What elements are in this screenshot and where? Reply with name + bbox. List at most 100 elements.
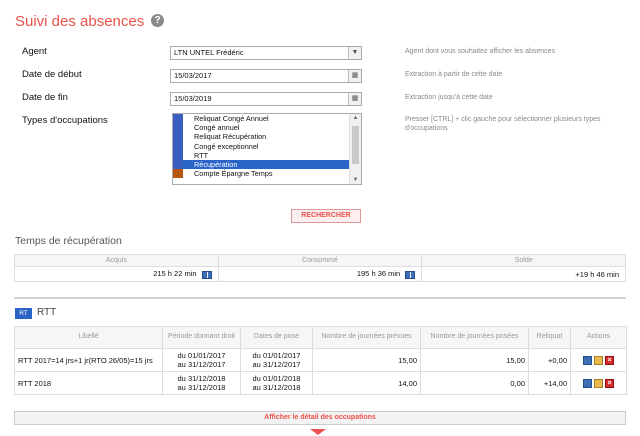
- rtt-pose-cell: du 01/01/2017 au 31/12/2017: [240, 348, 313, 372]
- rtt-header-periode: Période donnant droit: [162, 326, 241, 349]
- rtt-periode-du: du 01/01/2017: [177, 351, 226, 360]
- rtt-header-posees: Nombre de journées posées: [420, 326, 529, 349]
- listbox-option[interactable]: Congé exceptionnel: [173, 141, 361, 151]
- section-divider: [14, 297, 626, 299]
- types-hint: Presser [CTRL] + clic gauche pour sélect…: [405, 116, 601, 132]
- end-date-value: 15/03/2019: [174, 94, 212, 103]
- book-icon[interactable]: [583, 378, 592, 388]
- rtt-pose-cell: du 01/01/2018 au 31/12/2018: [240, 371, 313, 395]
- search-button[interactable]: RECHERCHER: [291, 209, 361, 223]
- page-title: Suivi des absences: [15, 13, 145, 30]
- book-icon[interactable]: [583, 355, 592, 365]
- rtt-periode-au: au 31/12/2017: [177, 360, 226, 369]
- listbox-option[interactable]: Congé annuel: [173, 123, 361, 133]
- calendar-icon[interactable]: ▦: [348, 70, 361, 82]
- rtt-libelle-cell: RTT 2017=14 jrs+1 jr(RTO 26/05)=15 jrs: [14, 348, 163, 372]
- agent-select[interactable]: LTN UNTEL Frédéric ▼: [170, 46, 362, 60]
- rtt-header-prevues: Nombre de journées prévues: [312, 326, 421, 349]
- copy-icon[interactable]: [594, 355, 603, 365]
- agent-hint: Agent dont vous souhaitez afficher les a…: [405, 48, 556, 55]
- recup-consomme-value: 195 h 36 min: [356, 269, 401, 279]
- listbox-option[interactable]: RTT: [173, 150, 361, 160]
- listbox-option[interactable]: Compte Épargne Temps: [173, 169, 361, 179]
- scroll-up-icon[interactable]: ▲: [350, 115, 361, 121]
- types-listbox[interactable]: Reliquat Congé Annuel Congé annuel Reliqua…: [172, 113, 362, 185]
- listbox-option[interactable]: Récupération: [173, 159, 361, 170]
- color-swatch: [173, 132, 183, 142]
- end-date-label: Date de fin: [22, 92, 68, 103]
- rtt-posees-cell: 0,00: [420, 371, 529, 395]
- listbox-option-label: Reliquat Congé Annuel: [194, 114, 269, 123]
- recup-header-acquis: Acquis: [14, 254, 219, 267]
- rtt-prevues-cell: 14,00: [312, 371, 421, 395]
- recup-acquis-cell: 215 h 22 min: [14, 266, 219, 282]
- start-date-field[interactable]: 15/03/2017 ▦: [170, 69, 362, 83]
- recup-section-title: Temps de récupération: [15, 235, 122, 247]
- book-icon[interactable]: [405, 270, 416, 279]
- color-swatch: [173, 159, 183, 170]
- rtt-actions-cell: ×: [570, 371, 627, 395]
- chevron-down-icon[interactable]: ▼: [348, 47, 361, 59]
- listbox-option-label: Reliquat Récupération: [194, 132, 267, 142]
- rtt-reliquat-cell: +14,00: [528, 371, 571, 395]
- recup-header-solde: Solde: [421, 254, 626, 267]
- rtt-header-dates-pose: Dates de pose: [240, 326, 313, 349]
- show-details-button[interactable]: Afficher le détail des occupations: [14, 411, 626, 425]
- recup-table: Acquis Consommé Solde 215 h 22 min 195 h…: [14, 254, 626, 282]
- delete-icon[interactable]: ×: [605, 355, 614, 365]
- rtt-section-title: RTT: [37, 307, 57, 318]
- recup-header-consomme: Consommé: [217, 254, 423, 267]
- rtt-actions-cell: ×: [570, 348, 627, 372]
- rtt-reliquat-cell: +0,00: [528, 348, 571, 372]
- scroll-thumb[interactable]: [352, 126, 359, 164]
- types-label: Types d'occupations: [22, 115, 108, 126]
- start-date-label: Date de début: [22, 69, 82, 80]
- color-swatch: [173, 141, 183, 151]
- table-row: RTT 2018 du 31/12/2018 au 31/12/2018 du …: [14, 371, 627, 395]
- rtt-prevues-cell: 15,00: [312, 348, 421, 372]
- recup-solde-value: +19 h 46 min: [575, 269, 619, 279]
- listbox-option-label: Compte Épargne Temps: [194, 169, 273, 179]
- recup-consomme-cell: 195 h 36 min: [217, 266, 423, 282]
- help-icon[interactable]: ?: [151, 14, 164, 27]
- rtt-pose-du: du 01/01/2018: [252, 374, 301, 383]
- chevron-down-icon[interactable]: [310, 429, 326, 435]
- color-swatch: [173, 169, 183, 179]
- rtt-periode-cell: du 31/12/2018 au 31/12/2018: [162, 371, 241, 395]
- listbox-option[interactable]: Reliquat Récupération: [173, 132, 361, 142]
- delete-icon[interactable]: ×: [605, 378, 614, 388]
- end-date-hint: Extraction jusqu'à cette date: [405, 94, 493, 101]
- color-swatch: [173, 123, 183, 133]
- table-row: 215 h 22 min 195 h 36 min +19 h 46 min: [14, 266, 626, 282]
- start-date-value: 15/03/2017: [174, 71, 212, 80]
- book-icon[interactable]: [201, 270, 212, 279]
- calendar-icon[interactable]: ▦: [348, 93, 361, 105]
- scroll-down-icon[interactable]: ▼: [350, 177, 361, 183]
- listbox-option-label: Congé exceptionnel: [194, 141, 259, 151]
- start-date-hint: Extraction à partir de cette date: [405, 71, 503, 78]
- agent-value: LTN UNTEL Frédéric: [174, 48, 244, 57]
- rtt-libelle-cell: RTT 2018: [14, 371, 163, 395]
- rtt-posees-cell: 15,00: [420, 348, 529, 372]
- rtt-pose-au: au 31/12/2017: [252, 360, 301, 369]
- table-row: RTT 2017=14 jrs+1 jr(RTO 26/05)=15 jrs d…: [14, 348, 627, 372]
- color-swatch: [173, 150, 183, 160]
- agent-label: Agent: [22, 46, 47, 57]
- listbox-scrollbar[interactable]: ▲ ▼: [349, 114, 361, 184]
- listbox-option-label: Congé annuel: [194, 123, 240, 133]
- copy-icon[interactable]: [594, 378, 603, 388]
- recup-acquis-value: 215 h 22 min: [153, 269, 197, 279]
- recup-solde-cell: +19 h 46 min: [421, 266, 626, 282]
- end-date-field[interactable]: 15/03/2019 ▦: [170, 92, 362, 106]
- listbox-option-label: RTT: [194, 150, 209, 160]
- color-swatch: [173, 114, 183, 124]
- rtt-periode-cell: du 01/01/2017 au 31/12/2017: [162, 348, 241, 372]
- listbox-option[interactable]: Reliquat Congé Annuel: [173, 114, 361, 124]
- listbox-option-label: Récupération: [194, 159, 238, 169]
- rtt-header-reliquat: Reliquat: [528, 326, 571, 349]
- rtt-pose-du: du 01/01/2017: [252, 351, 301, 360]
- rtt-periode-du: du 31/12/2018: [177, 374, 226, 383]
- rtt-periode-au: au 31/12/2018: [177, 383, 226, 392]
- rtt-table: Libellé Période donnant droit Dates de p…: [14, 326, 627, 395]
- rtt-pose-au: au 31/12/2018: [252, 383, 301, 392]
